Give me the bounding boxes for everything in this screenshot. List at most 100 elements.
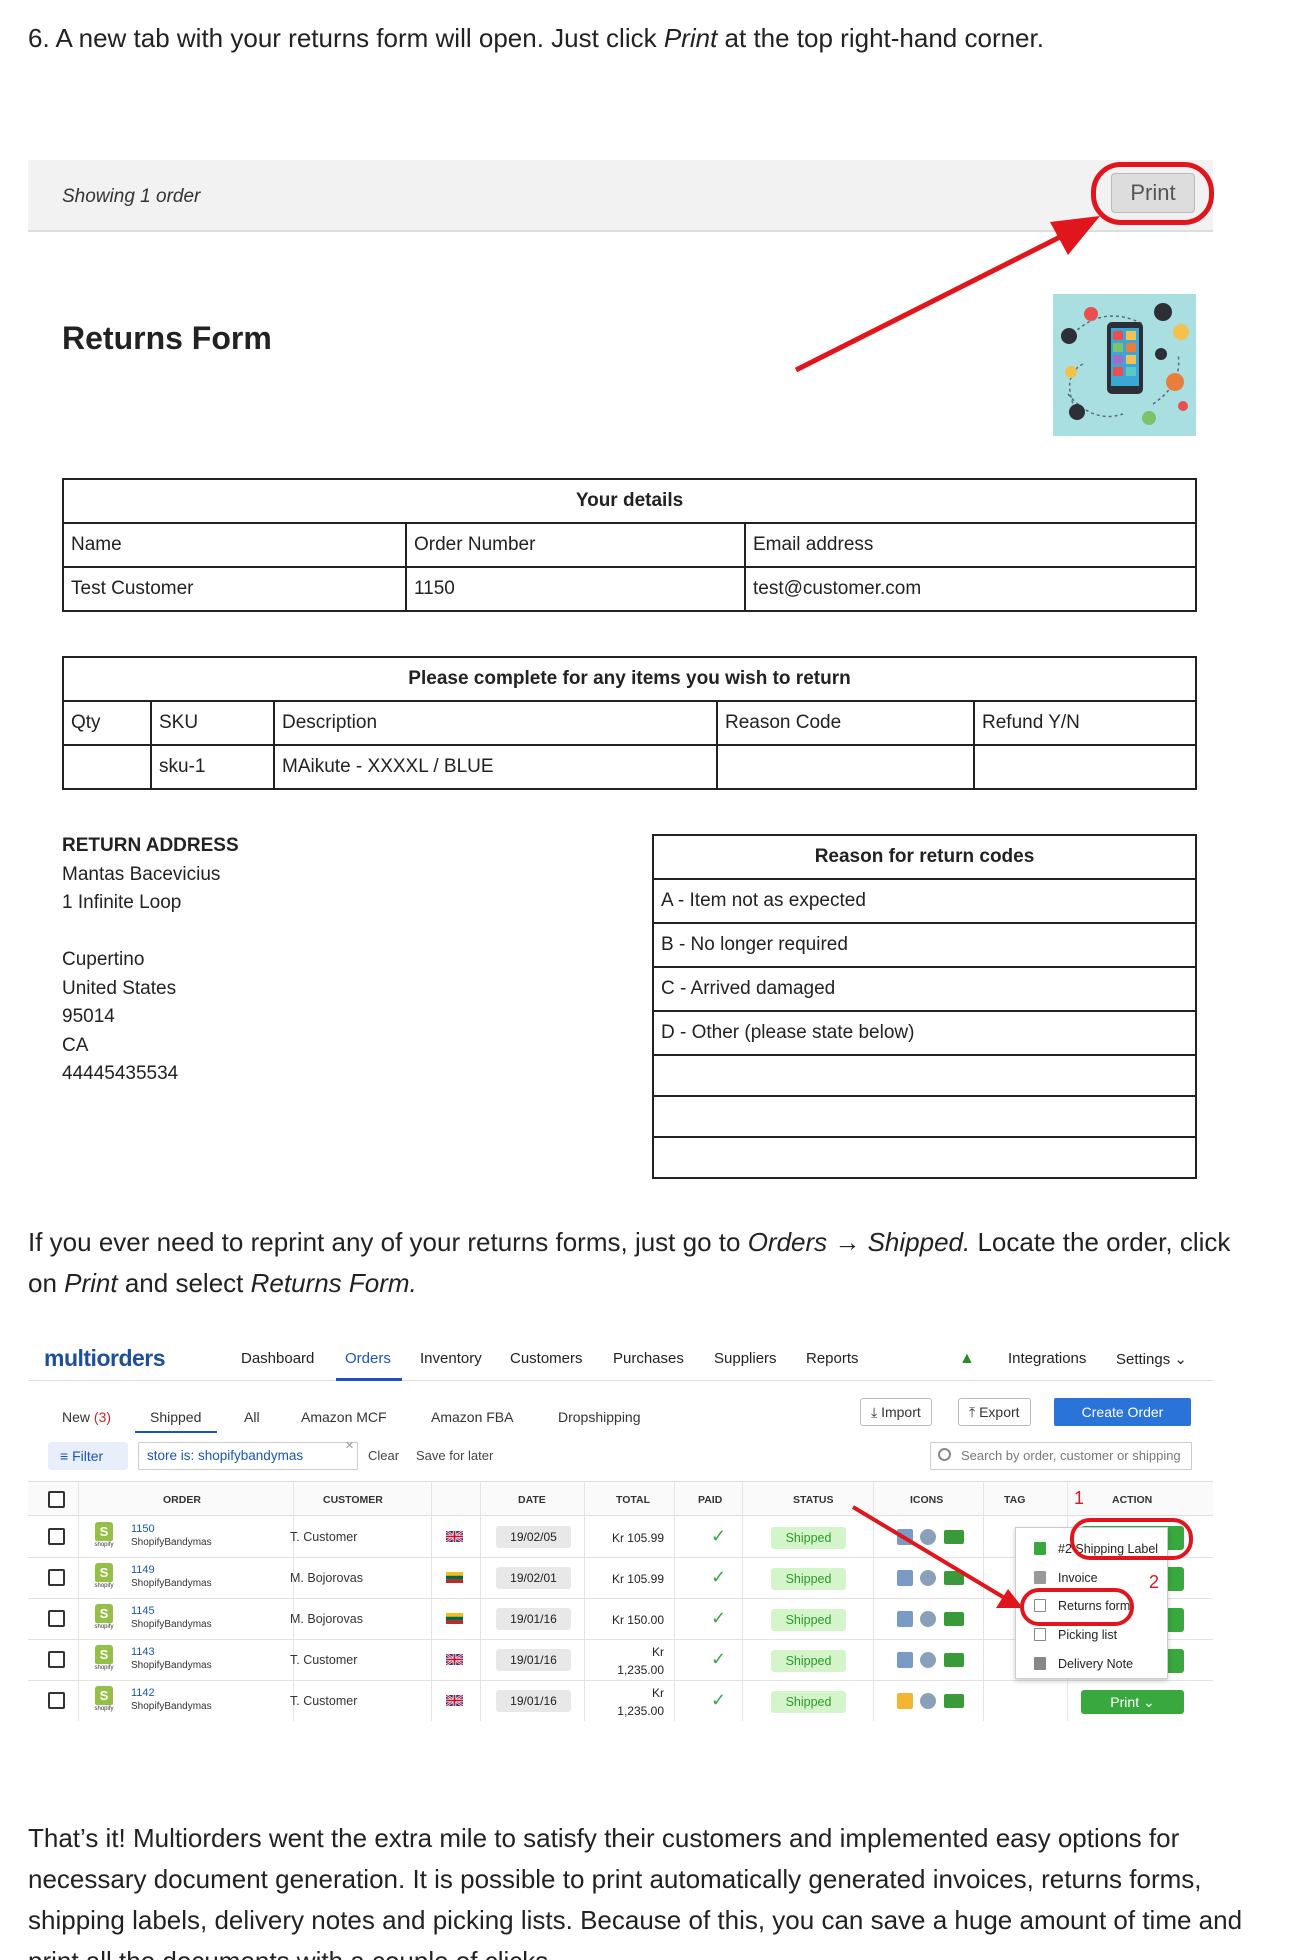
multiorders-screenshot: multiorders Dashboard Orders Inventory C… xyxy=(28,1335,1213,1721)
nav-inventory[interactable]: Inventory xyxy=(420,1350,482,1367)
col-customer[interactable]: CUSTOMER xyxy=(323,1494,383,1506)
upload-icon: ⤒ xyxy=(969,1404,976,1420)
customer-name: T. Customer xyxy=(290,1653,358,1667)
create-order-button[interactable]: Create Order xyxy=(1054,1398,1191,1426)
table-row[interactable]: Sshopify 1142 ShopifyBandymas T. Custome… xyxy=(28,1681,1213,1721)
header-sku: SKU xyxy=(150,700,275,746)
reason-codes-table: Reason for return codes A - Item not as … xyxy=(652,834,1197,1179)
address-line xyxy=(62,918,239,947)
message-icon[interactable] xyxy=(897,1570,913,1586)
print-dropdown-button[interactable]: Print ⌄ xyxy=(1081,1690,1184,1714)
truck-icon[interactable] xyxy=(944,1653,964,1667)
nav-orders[interactable]: Orders xyxy=(345,1350,391,1367)
closing-text: That’s it! Multiorders went the extra mi… xyxy=(28,1823,1243,1960)
store-name: ShopifyBandymas xyxy=(131,1537,212,1548)
nav-purchases[interactable]: Purchases xyxy=(613,1350,684,1367)
reason-code-blank xyxy=(652,1054,1197,1097)
col-total[interactable]: TOTAL xyxy=(616,1494,650,1506)
col-date[interactable]: DATE xyxy=(518,1494,546,1506)
nav-customers[interactable]: Customers xyxy=(510,1350,583,1367)
message-icon[interactable] xyxy=(897,1693,913,1709)
row-checkbox[interactable] xyxy=(48,1651,65,1668)
tab-all[interactable]: All xyxy=(244,1409,260,1425)
header-reason-code: Reason Code xyxy=(716,700,975,746)
col-order[interactable]: ORDER xyxy=(163,1494,201,1506)
col-icons[interactable]: ICONS xyxy=(910,1494,943,1506)
truck-icon[interactable] xyxy=(944,1571,964,1585)
truck-icon[interactable] xyxy=(944,1612,964,1626)
active-tab-indicator xyxy=(135,1431,217,1433)
export-button[interactable]: ⤒ Export xyxy=(958,1398,1031,1426)
customer-icon[interactable] xyxy=(920,1529,936,1545)
header-name: Name xyxy=(62,522,407,568)
order-date: 19/02/01 xyxy=(496,1567,571,1589)
invoice-icon xyxy=(1034,1571,1046,1584)
lithuania-flag-icon xyxy=(446,1613,463,1624)
nav-reports[interactable]: Reports xyxy=(806,1350,859,1367)
cell-sku: sku-1 xyxy=(150,744,275,790)
menu-picking-list[interactable]: Picking list xyxy=(1058,1628,1117,1642)
menu-invoice[interactable]: Invoice xyxy=(1058,1571,1098,1585)
address-line: Mantas Bacevicius xyxy=(62,863,221,885)
col-status[interactable]: STATUS xyxy=(793,1494,833,1506)
active-nav-indicator xyxy=(336,1378,402,1381)
close-icon[interactable]: ✕ xyxy=(345,1439,354,1452)
menu-delivery-note[interactable]: Delivery Note xyxy=(1058,1657,1133,1671)
select-all-checkbox[interactable] xyxy=(48,1491,65,1508)
nav-settings[interactable]: Settings ⌄ xyxy=(1116,1350,1187,1368)
truck-icon[interactable] xyxy=(944,1694,964,1708)
multiorders-logo[interactable]: multiorders xyxy=(44,1345,166,1372)
tab-amazon-mcf[interactable]: Amazon MCF xyxy=(301,1409,387,1425)
search-icon xyxy=(938,1448,951,1461)
message-icon[interactable] xyxy=(897,1652,913,1668)
reason-codes-heading: Reason for return codes xyxy=(652,834,1197,880)
your-details-heading: Your details xyxy=(62,478,1197,524)
nav-integrations[interactable]: Integrations xyxy=(1008,1350,1086,1367)
order-number-link[interactable]: 1145 xyxy=(131,1605,155,1617)
filter-button[interactable]: ≡ Filter xyxy=(48,1442,128,1470)
nav-dashboard[interactable]: Dashboard xyxy=(241,1350,314,1367)
filter-chip[interactable]: store is: shopifybandymas xyxy=(138,1442,358,1470)
message-icon[interactable] xyxy=(897,1611,913,1627)
filter-icon: ≡ xyxy=(60,1448,69,1464)
store-name: ShopifyBandymas xyxy=(131,1660,212,1671)
row-checkbox[interactable] xyxy=(48,1610,65,1627)
reason-code: A - Item not as expected xyxy=(652,878,1197,924)
nav-suppliers[interactable]: Suppliers xyxy=(714,1350,777,1367)
col-action[interactable]: ACTION xyxy=(1112,1494,1152,1506)
save-for-later-link[interactable]: Save for later xyxy=(416,1448,493,1463)
tab-new[interactable]: New (3) xyxy=(62,1409,111,1425)
row-checkbox[interactable] xyxy=(48,1528,65,1545)
message-icon[interactable] xyxy=(897,1529,913,1545)
bell-icon[interactable]: ▲ xyxy=(959,1350,975,1368)
order-number-link[interactable]: 1143 xyxy=(131,1646,155,1658)
shipping-label-icon xyxy=(1034,1542,1046,1555)
header-qty: Qty xyxy=(62,700,152,746)
customer-icon[interactable] xyxy=(920,1611,936,1627)
customer-icon[interactable] xyxy=(920,1570,936,1586)
order-number-link[interactable]: 1149 xyxy=(131,1564,155,1576)
download-icon: ⤓ xyxy=(871,1404,878,1420)
search-input[interactable]: Search by order, customer or shipping xyxy=(930,1442,1192,1470)
store-name: ShopifyBandymas xyxy=(131,1578,212,1589)
customer-icon[interactable] xyxy=(920,1693,936,1709)
col-tag[interactable]: TAG xyxy=(1004,1494,1025,1506)
clear-link[interactable]: Clear xyxy=(368,1448,399,1463)
value-name: Test Customer xyxy=(62,566,407,612)
shopify-icon: Sshopify xyxy=(94,1522,114,1548)
return-address-title: RETURN ADDRESS xyxy=(62,835,239,856)
import-button[interactable]: ⤓ Import xyxy=(860,1398,932,1426)
truck-icon[interactable] xyxy=(944,1530,964,1544)
tab-dropshipping[interactable]: Dropshipping xyxy=(558,1409,641,1425)
tab-amazon-fba[interactable]: Amazon FBA xyxy=(431,1409,513,1425)
cell-refund xyxy=(973,744,1197,790)
col-paid[interactable]: PAID xyxy=(698,1494,722,1506)
customer-icon[interactable] xyxy=(920,1652,936,1668)
tab-shipped[interactable]: Shipped xyxy=(150,1409,201,1425)
row-checkbox[interactable] xyxy=(48,1569,65,1586)
order-number-link[interactable]: 1150 xyxy=(131,1523,155,1535)
order-date: 19/02/05 xyxy=(496,1526,571,1548)
order-number-link[interactable]: 1142 xyxy=(131,1687,155,1699)
status-badge: Shipped xyxy=(771,1650,846,1672)
row-checkbox[interactable] xyxy=(48,1692,65,1709)
